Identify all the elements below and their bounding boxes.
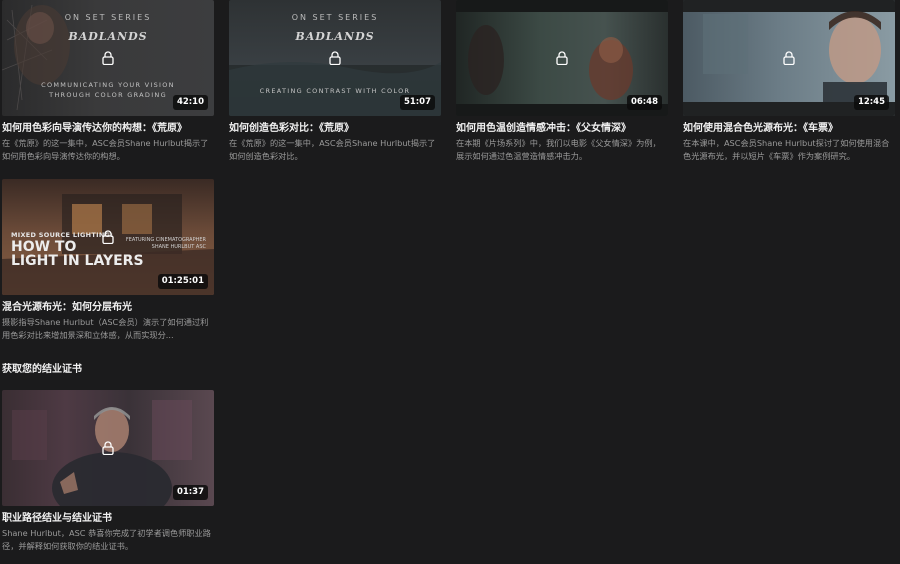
lock-icon [102,230,114,244]
thumbnail-tag: FEATURING CINEMATOGRAPHER SHANE HURLBUT … [126,237,206,251]
video-thumbnail[interactable]: ON SET SERIES BADLANDS COMMUNICATING YOU… [2,0,214,116]
video-thumbnail[interactable]: 12:45 [683,0,895,116]
certificate-section-heading: 获取您的结业证书 [2,364,82,375]
lock-icon [102,51,114,65]
video-card[interactable]: 01:37 职业路径结业与结业证书 Shane Hurlbut，ASC 恭喜你完… [2,390,214,552]
thumbnail-series-text: ON SET SERIES [64,13,152,22]
video-card[interactable]: ON SET SERIES BADLANDS CREATING CONTRAST… [229,0,441,162]
video-card[interactable]: 06:48 如何用色温创造情感冲击：《父女情深》 在本期《片场系列》中，我们以电… [456,0,668,162]
video-title[interactable]: 职业路径结业与结业证书 [2,512,214,525]
video-description: 在《荒原》的这一集中，ASC会员Shane Hurlbut揭示了如何用色彩向导演… [2,138,209,161]
video-description: 摄影指导Shane Hurlbut（ASC会员）演示了如何通过利用色彩对比来增加… [2,317,209,340]
video-thumbnail[interactable]: ON SET SERIES BADLANDS CREATING CONTRAST… [229,0,441,116]
video-description: 在本期《片场系列》中，我们以电影《父女情深》为例，展示如何通过色温营造情感冲击力… [456,138,661,161]
video-thumbnail[interactable]: 01:37 [2,390,214,506]
video-card[interactable]: 12:45 如何使用混合色光源布光：《车票》 在本课中，ASC会员Shane H… [683,0,895,162]
duration-badge: 01:25:01 [157,274,208,289]
video-title[interactable]: 如何用色温创造情感冲击：《父女情深》 [456,122,668,135]
thumbnail-headline-line2: LIGHT IN LAYERS [11,253,144,269]
duration-badge: 51:07 [399,95,435,110]
thumbnail-headline-line1: HOW TO [11,239,77,255]
duration-badge: 01:37 [172,485,208,500]
duration-badge: 06:48 [626,95,662,110]
thumbnail-series-text: ON SET SERIES [291,13,379,22]
lock-icon [329,51,341,65]
video-description: 在《荒原》的这一集中，ASC会员Shane Hurlbut揭示了如何创造色彩对比… [229,138,436,161]
video-title[interactable]: 如何创造色彩对比：《荒原》 [229,122,441,135]
video-thumbnail[interactable]: MIXED SOURCE LIGHTING: HOW TO LIGHT IN L… [2,179,214,295]
thumbnail-kicker: MIXED SOURCE LIGHTING: [11,231,114,239]
thumbnail-tag-line2: SHANE HURLBUT ASC [151,244,206,250]
video-description: Shane Hurlbut，ASC 恭喜你完成了初学者调色师职业路径，并解释如何… [2,528,211,551]
duration-badge: 42:10 [172,95,208,110]
video-title[interactable]: 如何用色彩向导演传达你的构想：《荒原》 [2,122,214,135]
thumbnail-tag-line1: FEATURING CINEMATOGRAPHER [125,237,206,243]
video-card[interactable]: MIXED SOURCE LIGHTING: HOW TO LIGHT IN L… [2,179,214,341]
video-card[interactable]: ON SET SERIES BADLANDS COMMUNICATING YOU… [2,0,214,162]
video-description: 在本课中，ASC会员Shane Hurlbut探讨了如何使用混合色光源布光，并以… [683,138,890,161]
thumbnail-logo: BADLANDS [68,30,148,43]
video-title[interactable]: 如何使用混合色光源布光：《车票》 [683,122,895,135]
video-title[interactable]: 混合光源布光：如何分层布光 [2,301,214,314]
lock-icon [556,51,568,65]
video-thumbnail[interactable]: 06:48 [456,0,668,116]
lock-icon [102,441,114,455]
lock-icon [783,51,795,65]
thumbnail-logo: BADLANDS [295,30,375,43]
duration-badge: 12:45 [853,95,889,110]
